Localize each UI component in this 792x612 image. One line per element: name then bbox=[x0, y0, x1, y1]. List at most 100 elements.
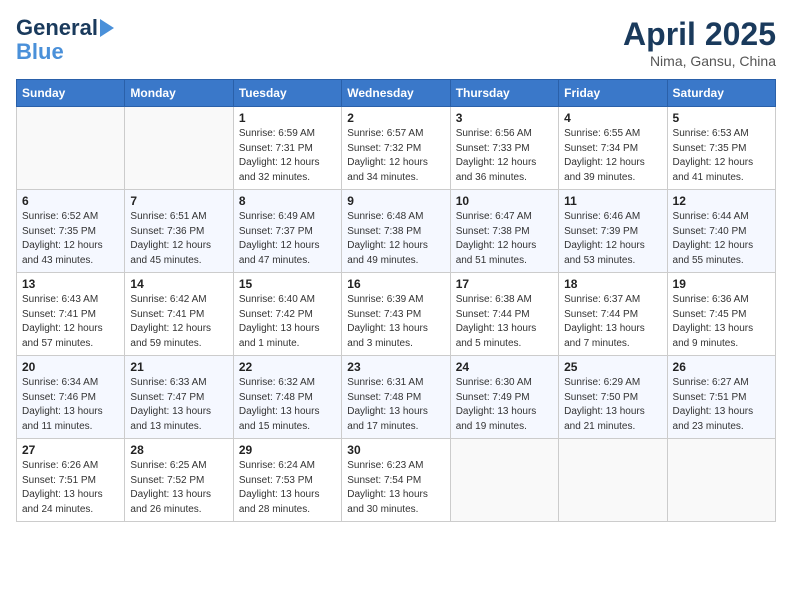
day-cell: 7 Sunrise: 6:51 AM Sunset: 7:36 PM Daylig… bbox=[125, 190, 233, 273]
day-number: 21 bbox=[130, 360, 227, 374]
day-cell: 11Sunrise: 6:46 AM Sunset: 7:39 PM Dayli… bbox=[559, 190, 667, 273]
day-info: Sunrise: 6:52 AM Sunset: 7:35 PM Dayligh… bbox=[22, 210, 119, 268]
calendar-table: SundayMondayTuesdayWednesdayThursdayFrid… bbox=[16, 79, 776, 522]
day-cell: 28Sunrise: 6:25 AM Sunset: 7:52 PM Dayli… bbox=[125, 439, 233, 522]
day-number: 7 bbox=[130, 194, 227, 208]
day-info: Sunrise: 6:37 AM Sunset: 7:44 PM Dayligh… bbox=[564, 293, 661, 351]
day-number: 9 bbox=[347, 194, 444, 208]
header-day-sunday: Sunday bbox=[17, 80, 125, 107]
day-cell: 8 Sunrise: 6:49 AM Sunset: 7:37 PM Daylig… bbox=[233, 190, 341, 273]
day-number: 15 bbox=[239, 277, 336, 291]
day-cell: 26 Sunrise: 6:27 AM Sunset: 7:51 PM Dayli… bbox=[667, 356, 775, 439]
day-cell: 29 Sunrise: 6:24 AM Sunset: 7:53 PM Dayli… bbox=[233, 439, 341, 522]
day-number: 18 bbox=[564, 277, 661, 291]
day-cell: 2 Sunrise: 6:57 AM Sunset: 7:32 PM Daylig… bbox=[342, 107, 450, 190]
header-day-friday: Friday bbox=[559, 80, 667, 107]
day-number: 17 bbox=[456, 277, 553, 291]
day-info: Sunrise: 6:32 AM Sunset: 7:48 PM Dayligh… bbox=[239, 376, 336, 434]
day-number: 23 bbox=[347, 360, 444, 374]
day-info: Sunrise: 6:30 AM Sunset: 7:49 PM Dayligh… bbox=[456, 376, 553, 434]
day-number: 24 bbox=[456, 360, 553, 374]
day-info: Sunrise: 6:53 AM Sunset: 7:35 PM Dayligh… bbox=[673, 127, 770, 185]
day-cell: 15 Sunrise: 6:40 AM Sunset: 7:42 PM Dayli… bbox=[233, 273, 341, 356]
day-cell: 23 Sunrise: 6:31 AM Sunset: 7:48 PM Dayli… bbox=[342, 356, 450, 439]
calendar-body: 1Sunrise: 6:59 AM Sunset: 7:31 PM Daylig… bbox=[17, 107, 776, 522]
week-row-4: 20 Sunrise: 6:34 AM Sunset: 7:46 PM Dayli… bbox=[17, 356, 776, 439]
day-info: Sunrise: 6:24 AM Sunset: 7:53 PM Dayligh… bbox=[239, 459, 336, 517]
month-title: April 2025 bbox=[623, 16, 776, 53]
day-info: Sunrise: 6:43 AM Sunset: 7:41 PM Dayligh… bbox=[22, 293, 119, 351]
day-number: 11 bbox=[564, 194, 661, 208]
day-cell bbox=[125, 107, 233, 190]
day-info: Sunrise: 6:56 AM Sunset: 7:33 PM Dayligh… bbox=[456, 127, 553, 185]
day-info: Sunrise: 6:51 AM Sunset: 7:36 PM Dayligh… bbox=[130, 210, 227, 268]
day-cell: 14 Sunrise: 6:42 AM Sunset: 7:41 PM Dayli… bbox=[125, 273, 233, 356]
header-day-wednesday: Wednesday bbox=[342, 80, 450, 107]
day-info: Sunrise: 6:49 AM Sunset: 7:37 PM Dayligh… bbox=[239, 210, 336, 268]
day-info: Sunrise: 6:38 AM Sunset: 7:44 PM Dayligh… bbox=[456, 293, 553, 351]
day-info: Sunrise: 6:36 AM Sunset: 7:45 PM Dayligh… bbox=[673, 293, 770, 351]
title-block: April 2025 Nima, Gansu, China bbox=[623, 16, 776, 69]
day-number: 10 bbox=[456, 194, 553, 208]
logo-icon bbox=[100, 19, 114, 37]
day-cell: 30Sunrise: 6:23 AM Sunset: 7:54 PM Dayli… bbox=[342, 439, 450, 522]
day-info: Sunrise: 6:47 AM Sunset: 7:38 PM Dayligh… bbox=[456, 210, 553, 268]
day-info: Sunrise: 6:39 AM Sunset: 7:43 PM Dayligh… bbox=[347, 293, 444, 351]
day-info: Sunrise: 6:25 AM Sunset: 7:52 PM Dayligh… bbox=[130, 459, 227, 517]
day-cell bbox=[450, 439, 558, 522]
day-info: Sunrise: 6:34 AM Sunset: 7:46 PM Dayligh… bbox=[22, 376, 119, 434]
day-info: Sunrise: 6:44 AM Sunset: 7:40 PM Dayligh… bbox=[673, 210, 770, 268]
day-info: Sunrise: 6:26 AM Sunset: 7:51 PM Dayligh… bbox=[22, 459, 119, 517]
day-info: Sunrise: 6:57 AM Sunset: 7:32 PM Dayligh… bbox=[347, 127, 444, 185]
day-cell: 16 Sunrise: 6:39 AM Sunset: 7:43 PM Dayli… bbox=[342, 273, 450, 356]
day-cell bbox=[17, 107, 125, 190]
header-day-monday: Monday bbox=[125, 80, 233, 107]
day-cell: 27Sunrise: 6:26 AM Sunset: 7:51 PM Dayli… bbox=[17, 439, 125, 522]
day-cell: 6 Sunrise: 6:52 AM Sunset: 7:35 PM Daylig… bbox=[17, 190, 125, 273]
day-info: Sunrise: 6:42 AM Sunset: 7:41 PM Dayligh… bbox=[130, 293, 227, 351]
day-number: 5 bbox=[673, 111, 770, 125]
day-cell: 5 Sunrise: 6:53 AM Sunset: 7:35 PM Daylig… bbox=[667, 107, 775, 190]
week-row-2: 6 Sunrise: 6:52 AM Sunset: 7:35 PM Daylig… bbox=[17, 190, 776, 273]
day-info: Sunrise: 6:31 AM Sunset: 7:48 PM Dayligh… bbox=[347, 376, 444, 434]
day-number: 2 bbox=[347, 111, 444, 125]
day-number: 4 bbox=[564, 111, 661, 125]
week-row-5: 27Sunrise: 6:26 AM Sunset: 7:51 PM Dayli… bbox=[17, 439, 776, 522]
week-row-1: 1Sunrise: 6:59 AM Sunset: 7:31 PM Daylig… bbox=[17, 107, 776, 190]
day-cell: 12 Sunrise: 6:44 AM Sunset: 7:40 PM Dayli… bbox=[667, 190, 775, 273]
logo-text-blue: Blue bbox=[16, 39, 64, 64]
day-number: 14 bbox=[130, 277, 227, 291]
week-row-3: 13Sunrise: 6:43 AM Sunset: 7:41 PM Dayli… bbox=[17, 273, 776, 356]
day-cell bbox=[559, 439, 667, 522]
day-number: 20 bbox=[22, 360, 119, 374]
day-number: 29 bbox=[239, 443, 336, 457]
day-info: Sunrise: 6:27 AM Sunset: 7:51 PM Dayligh… bbox=[673, 376, 770, 434]
day-cell: 19 Sunrise: 6:36 AM Sunset: 7:45 PM Dayli… bbox=[667, 273, 775, 356]
day-number: 1 bbox=[239, 111, 336, 125]
logo: General Blue bbox=[16, 16, 116, 64]
day-info: Sunrise: 6:40 AM Sunset: 7:42 PM Dayligh… bbox=[239, 293, 336, 351]
day-number: 19 bbox=[673, 277, 770, 291]
day-info: Sunrise: 6:29 AM Sunset: 7:50 PM Dayligh… bbox=[564, 376, 661, 434]
day-cell: 1Sunrise: 6:59 AM Sunset: 7:31 PM Daylig… bbox=[233, 107, 341, 190]
day-cell: 9 Sunrise: 6:48 AM Sunset: 7:38 PM Daylig… bbox=[342, 190, 450, 273]
day-cell: 18 Sunrise: 6:37 AM Sunset: 7:44 PM Dayli… bbox=[559, 273, 667, 356]
day-number: 6 bbox=[22, 194, 119, 208]
day-info: Sunrise: 6:48 AM Sunset: 7:38 PM Dayligh… bbox=[347, 210, 444, 268]
day-cell: 21Sunrise: 6:33 AM Sunset: 7:47 PM Dayli… bbox=[125, 356, 233, 439]
day-number: 12 bbox=[673, 194, 770, 208]
day-cell: 22 Sunrise: 6:32 AM Sunset: 7:48 PM Dayli… bbox=[233, 356, 341, 439]
day-cell: 10 Sunrise: 6:47 AM Sunset: 7:38 PM Dayli… bbox=[450, 190, 558, 273]
day-number: 25 bbox=[564, 360, 661, 374]
day-cell: 25 Sunrise: 6:29 AM Sunset: 7:50 PM Dayli… bbox=[559, 356, 667, 439]
day-number: 26 bbox=[673, 360, 770, 374]
day-number: 22 bbox=[239, 360, 336, 374]
location-subtitle: Nima, Gansu, China bbox=[623, 53, 776, 69]
page-header: General Blue April 2025 Nima, Gansu, Chi… bbox=[16, 16, 776, 69]
day-number: 16 bbox=[347, 277, 444, 291]
day-cell: 17 Sunrise: 6:38 AM Sunset: 7:44 PM Dayli… bbox=[450, 273, 558, 356]
day-number: 8 bbox=[239, 194, 336, 208]
day-info: Sunrise: 6:55 AM Sunset: 7:34 PM Dayligh… bbox=[564, 127, 661, 185]
calendar-header: SundayMondayTuesdayWednesdayThursdayFrid… bbox=[17, 80, 776, 107]
day-cell: 3Sunrise: 6:56 AM Sunset: 7:33 PM Daylig… bbox=[450, 107, 558, 190]
